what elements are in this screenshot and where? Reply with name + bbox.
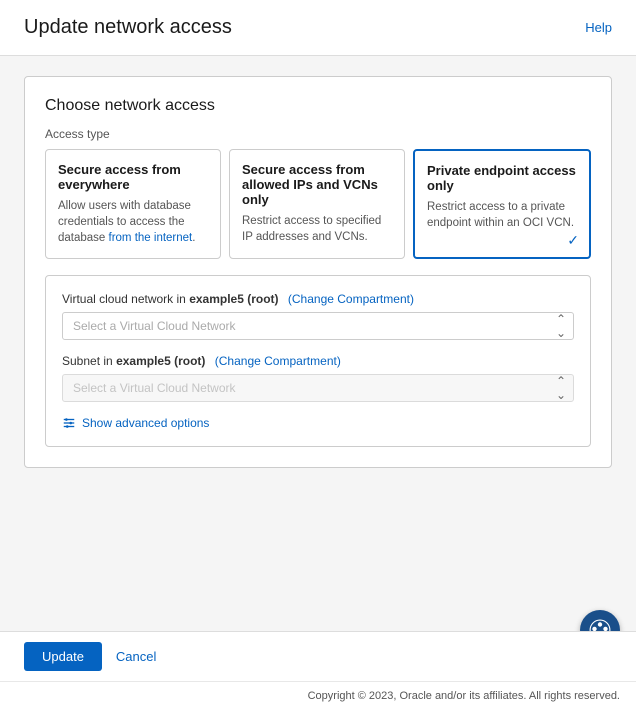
vcn-field-label: Virtual cloud network in example5 (root)… [62, 292, 574, 306]
vcn-field-group: Virtual cloud network in example5 (root)… [62, 292, 574, 340]
subnet-field-group: Subnet in example5 (root) (Change Compar… [62, 354, 574, 402]
vcn-change-compartment-link[interactable]: (Change Compartment) [288, 292, 414, 306]
copyright-footer: Copyright © 2023, Oracle and/or its affi… [0, 681, 636, 710]
subnet-compartment-text: example5 (root) [116, 354, 205, 368]
help-link[interactable]: Help [585, 20, 612, 35]
vcn-select[interactable]: Select a Virtual Cloud Network [62, 312, 574, 340]
vcn-label-text: Virtual cloud network in [62, 292, 186, 306]
access-card-everywhere[interactable]: Secure access from everywhere Allow user… [45, 149, 221, 259]
access-card-everywhere-title: Secure access from everywhere [58, 162, 208, 192]
action-bar: Update Cancel [0, 631, 636, 681]
cancel-button[interactable]: Cancel [112, 642, 160, 671]
card-title: Choose network access [45, 97, 591, 115]
access-card-private-endpoint-title: Private endpoint access only [427, 163, 577, 193]
vcn-section: Virtual cloud network in example5 (root)… [45, 275, 591, 447]
page-header: Update network access Help [0, 0, 636, 56]
access-type-label: Access type [45, 127, 591, 141]
access-card-private-endpoint-desc: Restrict access to a private endpoint wi… [427, 199, 577, 231]
subnet-label-text: Subnet in [62, 354, 113, 368]
page-title: Update network access [24, 16, 232, 39]
selected-checkmark: ✓ [567, 232, 579, 249]
subnet-change-compartment-link[interactable]: (Change Compartment) [215, 354, 341, 368]
subnet-select-wrapper: Select a Virtual Cloud Network ⌃⌄ [62, 374, 574, 402]
access-card-allowed-ips[interactable]: Secure access from allowed IPs and VCNs … [229, 149, 405, 259]
update-button[interactable]: Update [24, 642, 102, 671]
main-card: Choose network access Access type Secure… [24, 76, 612, 468]
subnet-field-label: Subnet in example5 (root) (Change Compar… [62, 354, 574, 368]
bottom-area: Update Cancel Copyright © 2023, Oracle a… [0, 631, 636, 710]
internet-link[interactable]: from the internet [109, 232, 193, 244]
advanced-options-link[interactable]: Show advanced options [62, 416, 574, 430]
advanced-options-label: Show advanced options [82, 416, 209, 430]
access-card-allowed-ips-desc: Restrict access to specified IP addresse… [242, 213, 392, 245]
subnet-select[interactable]: Select a Virtual Cloud Network [62, 374, 574, 402]
vcn-select-wrapper: Select a Virtual Cloud Network ⌃⌄ [62, 312, 574, 340]
access-card-everywhere-desc: Allow users with database credentials to… [58, 198, 208, 246]
copyright-text: Copyright © 2023, Oracle and/or its affi… [308, 690, 620, 702]
page-content: Choose network access Access type Secure… [0, 56, 636, 488]
access-card-allowed-ips-title: Secure access from allowed IPs and VCNs … [242, 162, 392, 207]
sliders-icon [62, 416, 76, 430]
access-type-row: Secure access from everywhere Allow user… [45, 149, 591, 259]
vcn-compartment-text: example5 (root) [189, 292, 278, 306]
access-card-private-endpoint[interactable]: Private endpoint access only Restrict ac… [413, 149, 591, 259]
